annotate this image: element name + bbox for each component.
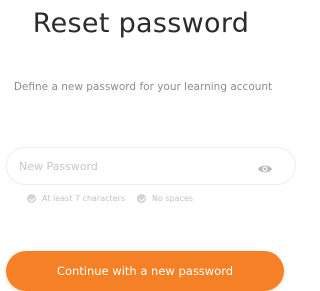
check-circle-icon [137, 194, 147, 203]
new-password-input[interactable] [7, 148, 249, 184]
continue-button[interactable]: Continue with a new password [6, 251, 284, 291]
rule-label: At least 7 characters [42, 194, 126, 203]
rule-min-length: At least 7 characters [27, 194, 125, 203]
new-password-field[interactable] [6, 147, 296, 185]
check-circle-icon [27, 194, 36, 203]
rule-no-spaces: No spaces [137, 194, 193, 203]
page-title: Reset password [32, 8, 250, 39]
rule-label: No spaces [152, 194, 194, 203]
page-subtitle: Define a new password for your learning … [13, 81, 273, 93]
password-rules: At least 7 characters No spaces [27, 194, 193, 203]
eye-icon[interactable] [257, 160, 273, 173]
